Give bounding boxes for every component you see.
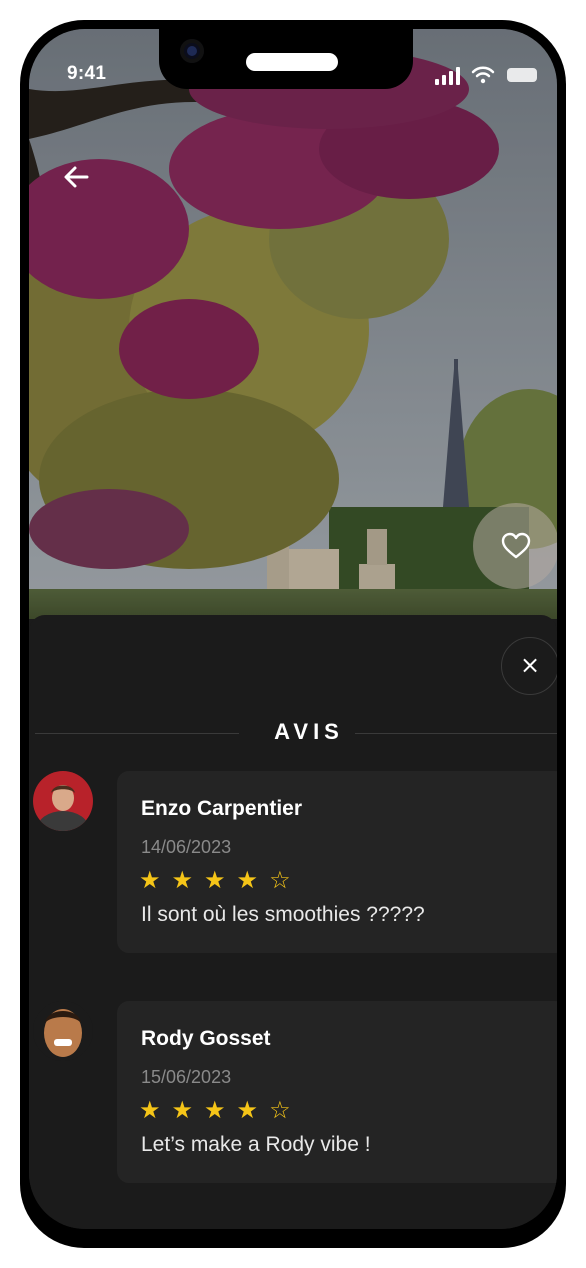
- cellular-signal-icon: [435, 67, 461, 85]
- section-header: AVIS: [35, 719, 557, 749]
- star-filled-icon: ★: [139, 1096, 161, 1124]
- review-date: 14/06/2023: [141, 837, 232, 857]
- star-filled-icon: ★: [204, 866, 226, 894]
- star-rating: ★ ★ ★ ★ ☆: [139, 1097, 291, 1123]
- star-outline-icon: ☆: [269, 1096, 291, 1124]
- avatar-enzo: [33, 771, 93, 831]
- review-date: 15/06/2023: [141, 1067, 232, 1087]
- review-text: Let’s make a Rody vibe !: [141, 1133, 371, 1156]
- status-time: 9:41: [67, 63, 107, 84]
- divider-left: [35, 733, 239, 734]
- avatar: [33, 771, 93, 831]
- camera-icon: [180, 39, 204, 63]
- close-icon: ×: [519, 651, 541, 679]
- reviewer-name: Rody Gosset: [141, 1027, 271, 1050]
- phone-frame: 9:41 × AVIS Enzo Carpentier 14/06/2023 ★…: [20, 20, 566, 1248]
- star-filled-icon: ★: [139, 866, 161, 894]
- avatar-rody: [33, 1001, 93, 1061]
- review-card: Enzo Carpentier 14/06/2023 ★ ★ ★ ★ ☆ Il …: [117, 771, 557, 953]
- favorite-button[interactable]: [473, 503, 557, 589]
- section-title: AVIS: [274, 719, 344, 744]
- star-filled-icon: ★: [236, 866, 259, 894]
- reviews-sheet: × AVIS Enzo Carpentier 14/06/2023 ★ ★ ★ …: [29, 615, 557, 1229]
- divider-right: [355, 733, 557, 734]
- review-card: Rody Gosset 15/06/2023 ★ ★ ★ ★ ☆ Let’s m…: [117, 1001, 557, 1183]
- screen: 9:41 × AVIS Enzo Carpentier 14/06/2023 ★…: [29, 29, 557, 1229]
- review-text: Il sont où les smoothies ?????: [141, 903, 425, 926]
- star-outline-icon: ☆: [269, 866, 291, 894]
- close-button[interactable]: ×: [501, 637, 557, 695]
- heart-outline-icon: [501, 532, 531, 559]
- battery-icon: [507, 68, 537, 82]
- star-filled-icon: ★: [204, 1096, 226, 1124]
- star-filled-icon: ★: [236, 1096, 259, 1124]
- back-button[interactable]: [57, 157, 97, 197]
- avatar: [33, 1001, 93, 1061]
- star-rating: ★ ★ ★ ★ ☆: [139, 867, 291, 893]
- speaker-pill: [246, 53, 338, 71]
- reviewer-name: Enzo Carpentier: [141, 797, 303, 820]
- star-filled-icon: ★: [171, 1096, 194, 1124]
- arrow-left-icon: [64, 166, 89, 188]
- star-filled-icon: ★: [171, 866, 194, 894]
- wifi-icon: [471, 66, 495, 84]
